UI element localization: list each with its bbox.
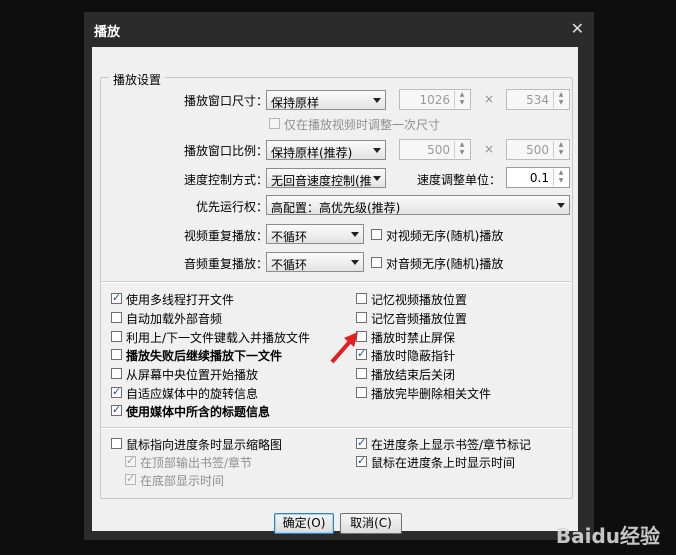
cancel-button[interactable]: 取消(C) (340, 513, 402, 534)
dialog-client: 播放设置 播放窗口尺寸： 保持原样 1026 ▲ ▼ × 534 ▲ ▼ 仅在播放视… (92, 47, 578, 534)
adjust-once-checkbox[interactable] (269, 118, 280, 129)
ok-button[interactable]: 确定(O) (274, 513, 334, 534)
bottom-time-checkbox[interactable] (125, 472, 136, 485)
window-size-select[interactable]: 保持原样 (266, 90, 386, 110)
option-label: 播放结束后关闭 (371, 368, 456, 382)
speed-control-select[interactable]: 无回音速度控制(推 (266, 168, 386, 188)
aspect-width-stepper[interactable]: 500 ▲ ▼ (399, 139, 471, 160)
adjust-once-label: 仅在播放视频时调整一次尺寸 (284, 118, 441, 132)
option-checkbox[interactable] (111, 368, 122, 379)
aspect-ratio-value: 保持原样(推荐) (271, 146, 353, 160)
top-bookmark-label: 在顶部输出书签/章节 (140, 456, 253, 470)
speed-unit-stepper[interactable]: 0.1 ▲ ▼ (506, 167, 570, 188)
option-checkbox[interactable] (356, 312, 367, 323)
times-sign: × (484, 142, 495, 156)
playback-dialog: 播放 ✕ 播放设置 播放窗口尺寸： 保持原样 1026 ▲ ▼ × 534 ▲ ▼ … (84, 12, 594, 540)
audio-repeat-select[interactable]: 不循环 (266, 252, 364, 272)
option-checkbox[interactable] (111, 349, 122, 360)
group-legend: 播放设置 (109, 71, 166, 88)
aspect-height-value: 500 (526, 143, 549, 157)
option-checkbox[interactable] (111, 331, 122, 342)
window-height-value: 534 (526, 93, 549, 107)
close-icon[interactable]: ✕ (571, 19, 584, 38)
title-bar: 播放 ✕ (84, 12, 594, 46)
option-label: 播放完毕删除相关文件 (371, 387, 492, 401)
option-label: 播放失败后继续播放下一文件 (126, 349, 283, 363)
audio-repeat-label: 音频重复播放： (184, 257, 269, 271)
watermark-logo: Baidu经验 (555, 524, 660, 548)
option-checkbox[interactable] (111, 291, 122, 304)
option-checkbox[interactable] (111, 312, 122, 323)
video-repeat-value: 不循环 (271, 230, 308, 244)
window-width-value: 1026 (419, 93, 450, 107)
audio-random-checkbox[interactable] (371, 257, 382, 268)
chevron-down-icon (373, 98, 381, 103)
bottom-time-label: 在底部显示时间 (140, 474, 225, 488)
window-size-label: 播放窗口尺寸： (184, 94, 269, 108)
stepper-buttons[interactable]: ▲ ▼ (553, 169, 568, 186)
option-checkbox[interactable] (111, 385, 122, 398)
option-label: 自适应媒体中的旋转信息 (126, 387, 259, 401)
option-label: 使用多线程打开文件 (126, 293, 235, 307)
window-size-value: 保持原样 (271, 96, 320, 110)
option-checkbox[interactable] (111, 403, 122, 416)
video-repeat-label: 视频重复播放： (184, 229, 269, 243)
bookmark-mark-checkbox[interactable] (356, 436, 367, 449)
aspect-height-stepper[interactable]: 500 ▲ ▼ (506, 139, 570, 160)
option-checkbox[interactable] (356, 387, 367, 398)
option-checkbox[interactable] (356, 368, 367, 379)
video-repeat-select[interactable]: 不循环 (266, 224, 364, 244)
priority-select[interactable]: 高配置：高优先级(推荐) (266, 195, 570, 215)
stepper-buttons[interactable]: ▲ ▼ (553, 141, 568, 158)
option-label: 播放时禁止屏保 (371, 331, 456, 345)
chevron-down-icon (351, 260, 359, 265)
option-label: 记忆视频播放位置 (371, 293, 468, 307)
chevron-down-icon (373, 176, 381, 181)
aspect-ratio-select[interactable]: 保持原样(推荐) (266, 140, 386, 160)
dialog-title: 播放 (94, 25, 121, 40)
aspect-ratio-label: 播放窗口比例： (184, 144, 269, 158)
option-label: 从屏幕中央位置开始播放 (126, 368, 259, 382)
divider (101, 427, 571, 429)
bookmark-mark-label: 在进度条上显示书签/章节标记 (371, 438, 532, 452)
chevron-down-icon (557, 203, 565, 208)
chevron-down-icon (351, 232, 359, 237)
divider (101, 281, 571, 283)
audio-random-label: 对音频无序(随机)播放 (386, 257, 504, 271)
speed-control-value: 无回音速度控制(推 (271, 174, 372, 188)
audio-repeat-value: 不循环 (271, 258, 308, 272)
speed-unit-label: 速度调整单位： (417, 173, 502, 187)
thumbnail-checkbox[interactable] (111, 438, 122, 449)
option-checkbox[interactable] (356, 293, 367, 304)
red-arrow-icon (330, 332, 358, 364)
video-random-checkbox[interactable] (371, 229, 382, 240)
window-width-stepper[interactable]: 1026 ▲ ▼ (399, 89, 471, 110)
aspect-width-value: 500 (427, 143, 450, 157)
option-label: 播放时隐蔽指针 (371, 349, 456, 363)
thumbnail-label: 鼠标指向进度条时显示缩略图 (126, 438, 283, 452)
video-random-label: 对视频无序(随机)播放 (386, 229, 504, 243)
speed-unit-value: 0.1 (529, 171, 549, 185)
priority-value: 高配置：高优先级(推荐) (271, 201, 401, 215)
window-height-stepper[interactable]: 534 ▲ ▼ (506, 89, 570, 110)
option-label: 利用上/下一文件键载入并播放文件 (126, 331, 311, 345)
stepper-buttons[interactable]: ▲ ▼ (553, 91, 568, 108)
option-label: 使用媒体中所含的标题信息 (126, 405, 271, 419)
option-label: 自动加载外部音频 (126, 312, 223, 326)
stepper-buttons[interactable]: ▲ ▼ (454, 91, 469, 108)
top-bookmark-checkbox[interactable] (125, 454, 136, 467)
speed-control-label: 速度控制方式： (184, 173, 269, 187)
chevron-down-icon (373, 148, 381, 153)
priority-label: 优先运行权： (196, 200, 269, 214)
times-sign: × (484, 92, 495, 106)
hover-time-checkbox[interactable] (356, 454, 367, 467)
hover-time-label: 鼠标在进度条上时显示时间 (371, 456, 516, 470)
option-label: 记忆音频播放位置 (371, 312, 468, 326)
stepper-buttons[interactable]: ▲ ▼ (454, 141, 469, 158)
